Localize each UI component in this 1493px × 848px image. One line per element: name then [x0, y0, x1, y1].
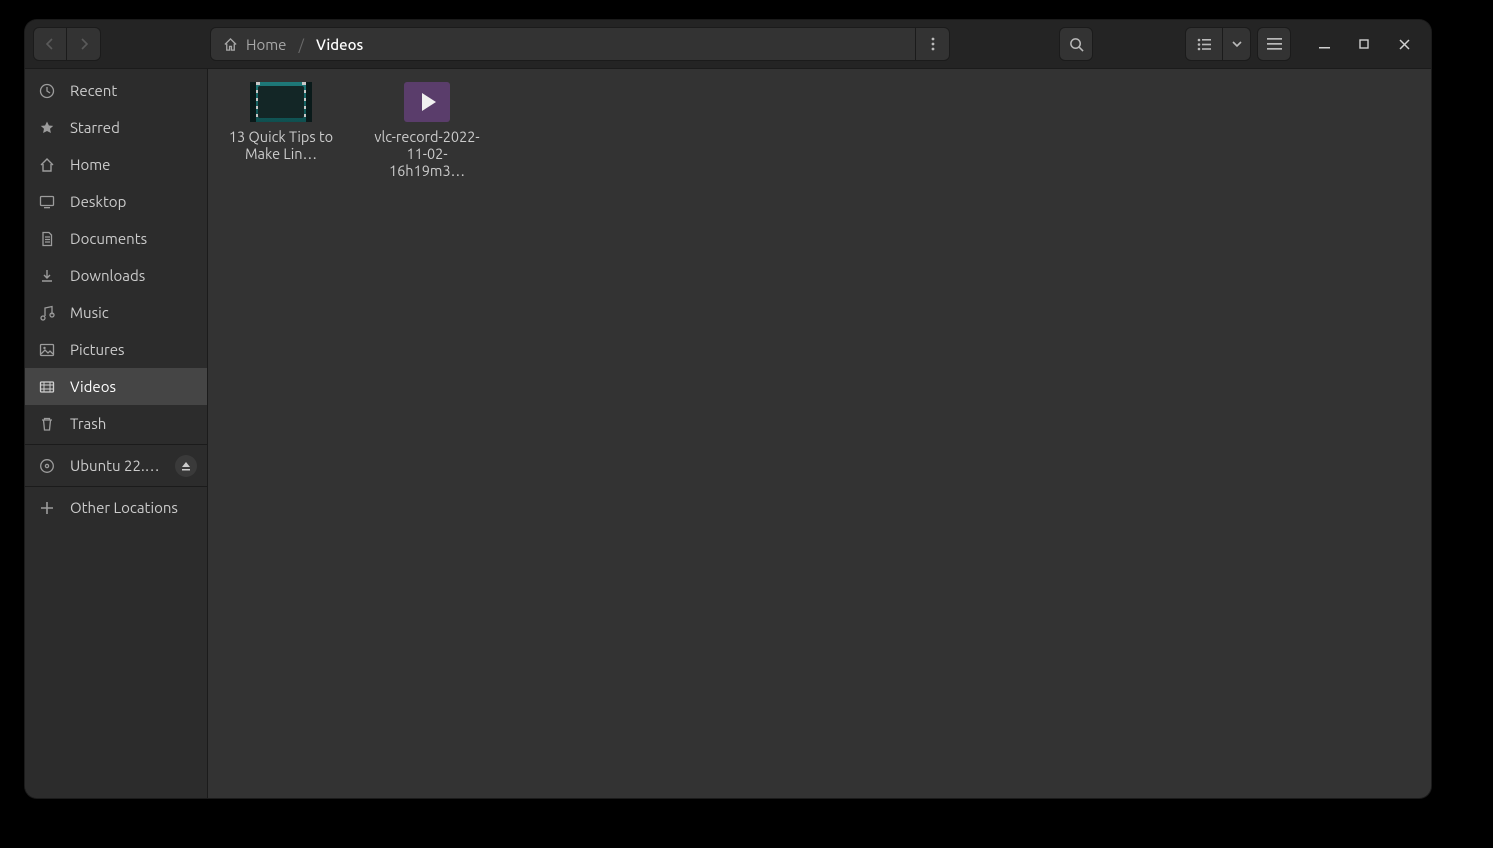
- music-icon: [38, 305, 56, 321]
- minimize-icon: [1319, 39, 1330, 50]
- documents-icon: [38, 231, 56, 247]
- breadcrumb-wrap: Home / Videos: [107, 27, 1053, 61]
- maximize-icon: [1359, 39, 1369, 49]
- maximize-button[interactable]: [1351, 31, 1377, 57]
- disc-icon: [38, 458, 56, 474]
- pictures-icon: [38, 342, 56, 358]
- view-mode-group: [1185, 27, 1251, 61]
- sidebar-item-documents[interactable]: Documents: [25, 220, 207, 257]
- sidebar-item-label: Other Locations: [70, 499, 178, 516]
- sidebar-item-label: Home: [70, 156, 110, 173]
- file-item[interactable]: vlc-record-2022-11-02-16h19m3…: [364, 81, 490, 179]
- chevron-right-icon: [79, 38, 89, 50]
- sidebar-item-downloads[interactable]: Downloads: [25, 257, 207, 294]
- sidebar-item-starred[interactable]: Starred: [25, 109, 207, 146]
- hamburger-menu-button[interactable]: [1257, 27, 1291, 61]
- breadcrumb[interactable]: Home / Videos: [210, 27, 950, 61]
- file-manager-window: Home / Videos: [25, 20, 1431, 798]
- sidebar: Recent Starred Home Desktop: [25, 69, 208, 798]
- home-icon: [223, 37, 238, 52]
- sidebar-item-label: Videos: [70, 378, 116, 395]
- sidebar-item-trash[interactable]: Trash: [25, 405, 207, 442]
- chevron-down-icon: [1232, 41, 1242, 48]
- breadcrumb-menu-button[interactable]: [915, 28, 949, 60]
- sidebar-item-label: Recent: [70, 82, 117, 99]
- sidebar-separator: [25, 486, 207, 487]
- home-icon: [38, 157, 56, 173]
- eject-button[interactable]: [175, 455, 197, 477]
- sidebar-item-label: Ubuntu 22.0…: [70, 457, 162, 474]
- view-mode-button[interactable]: [1185, 27, 1223, 61]
- trash-icon: [38, 416, 56, 432]
- recent-icon: [38, 83, 56, 99]
- plus-icon: [38, 501, 56, 515]
- back-button[interactable]: [33, 27, 67, 61]
- breadcrumb-home[interactable]: Home: [211, 28, 298, 60]
- sidebar-item-other-locations[interactable]: Other Locations: [25, 489, 207, 526]
- titlebar: Home / Videos: [25, 20, 1431, 69]
- sidebar-item-label: Desktop: [70, 193, 126, 210]
- forward-button[interactable]: [67, 27, 101, 61]
- sidebar-item-label: Starred: [70, 119, 120, 136]
- star-icon: [38, 120, 56, 136]
- breadcrumb-current[interactable]: Videos: [304, 28, 375, 60]
- sidebar-item-label: Downloads: [70, 267, 145, 284]
- sidebar-item-label: Documents: [70, 230, 147, 247]
- search-icon: [1069, 37, 1084, 52]
- videos-icon: [38, 379, 56, 395]
- breadcrumb-current-label: Videos: [316, 36, 363, 53]
- nav-buttons: [33, 27, 101, 61]
- sidebar-item-desktop[interactable]: Desktop: [25, 183, 207, 220]
- sidebar-item-label: Trash: [70, 415, 106, 432]
- file-name: vlc-record-2022-11-02-16h19m3…: [369, 128, 485, 179]
- list-icon: [1197, 38, 1212, 51]
- desktop-icon: [38, 194, 56, 210]
- sidebar-item-recent[interactable]: Recent: [25, 72, 207, 109]
- file-item[interactable]: 13 Quick Tips to Make Lin…: [218, 81, 344, 179]
- close-button[interactable]: [1391, 31, 1417, 57]
- view-dropdown-button[interactable]: [1223, 27, 1251, 61]
- sidebar-separator: [25, 444, 207, 445]
- hamburger-icon: [1267, 38, 1282, 50]
- sidebar-item-home[interactable]: Home: [25, 146, 207, 183]
- sidebar-item-label: Music: [70, 304, 109, 321]
- file-grid[interactable]: 13 Quick Tips to Make Lin… vlc-record-20…: [208, 69, 1431, 798]
- sidebar-item-videos[interactable]: Videos: [25, 368, 207, 405]
- breadcrumb-home-label: Home: [246, 36, 286, 53]
- minimize-button[interactable]: [1311, 31, 1337, 57]
- sidebar-item-pictures[interactable]: Pictures: [25, 331, 207, 368]
- file-name: 13 Quick Tips to Make Lin…: [223, 128, 339, 162]
- window-controls: [1311, 31, 1417, 57]
- window-body: Recent Starred Home Desktop: [25, 69, 1431, 798]
- sidebar-item-music[interactable]: Music: [25, 294, 207, 331]
- video-thumbnail: [250, 82, 312, 122]
- close-icon: [1399, 39, 1410, 50]
- search-button[interactable]: [1059, 27, 1093, 61]
- sidebar-item-disk[interactable]: Ubuntu 22.0…: [25, 447, 207, 484]
- downloads-icon: [38, 268, 56, 284]
- sidebar-item-label: Pictures: [70, 341, 125, 358]
- kebab-icon: [931, 37, 935, 51]
- chevron-left-icon: [45, 38, 55, 50]
- eject-icon: [181, 461, 191, 471]
- video-thumbnail: [404, 82, 450, 122]
